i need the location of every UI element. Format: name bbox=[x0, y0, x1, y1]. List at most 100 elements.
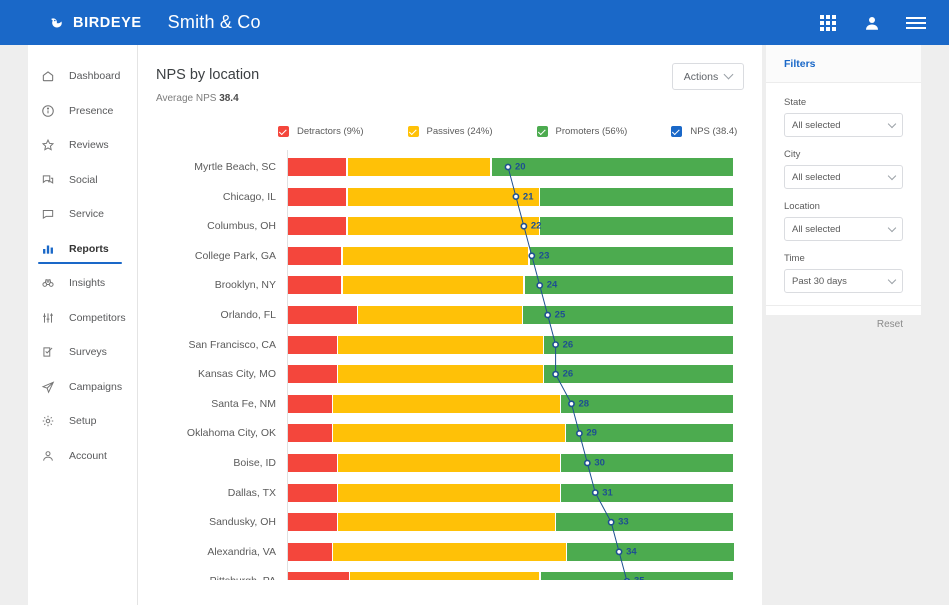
filter-label-time: Time bbox=[784, 253, 805, 264]
legend-item-detractors[interactable]: Detractors (9%) bbox=[278, 126, 364, 137]
sidebar-item-label: Setup bbox=[69, 415, 97, 428]
legend-item-passives[interactable]: Passives (24%) bbox=[407, 126, 493, 137]
average-nps-label: Average NPS bbox=[156, 93, 220, 104]
hamburger-menu-icon[interactable] bbox=[905, 12, 927, 34]
nps-data-point[interactable] bbox=[607, 518, 615, 526]
message-icon bbox=[40, 206, 56, 222]
chevron-down-icon bbox=[887, 275, 897, 284]
legend-item-label: Passives (24%) bbox=[426, 126, 493, 137]
sidebar-item-account[interactable]: Account bbox=[28, 439, 137, 474]
sidebar-item-label: Account bbox=[69, 449, 107, 462]
checklist-icon bbox=[40, 344, 56, 360]
sidebar-item-setup[interactable]: Setup bbox=[28, 404, 137, 439]
actions-button[interactable]: Actions bbox=[672, 63, 744, 90]
paper-plane-icon bbox=[40, 379, 56, 395]
sidebar-item-label: Reviews bbox=[69, 139, 109, 152]
nps-data-point[interactable] bbox=[552, 370, 559, 378]
nps-data-label: 25 bbox=[554, 309, 566, 321]
sidebar-item-label: Reports bbox=[69, 242, 109, 255]
nps-data-label: 22 bbox=[530, 220, 542, 232]
binoculars-icon bbox=[40, 275, 56, 291]
sidebar-item-surveys[interactable]: Surveys bbox=[28, 335, 137, 370]
nps-data-point[interactable] bbox=[544, 311, 552, 319]
page-title: NPS by location bbox=[156, 67, 260, 83]
app-root: BIRDEYE Smith & Co Dashboard Presence Re… bbox=[0, 0, 949, 605]
nps-data-label: 28 bbox=[578, 398, 590, 410]
chevron-down-icon bbox=[723, 69, 734, 80]
sidebar-item-label: Surveys bbox=[69, 346, 107, 359]
person-icon bbox=[40, 448, 56, 464]
user-account-icon[interactable] bbox=[861, 12, 883, 34]
filters-title: Filters bbox=[784, 57, 816, 70]
nps-data-point[interactable] bbox=[504, 163, 512, 171]
nps-data-point[interactable] bbox=[536, 281, 544, 289]
sidebar-item-label: Insights bbox=[69, 277, 106, 290]
nps-data-point[interactable] bbox=[528, 252, 536, 260]
top-navigation-bar: BIRDEYE Smith & Co bbox=[0, 0, 949, 45]
average-nps-summary: Average NPS 38.4 bbox=[156, 93, 742, 104]
sidebar-item-label: Dashboard bbox=[69, 70, 121, 83]
legend-checkbox-icon bbox=[536, 126, 548, 137]
nps-data-label: 24 bbox=[546, 279, 558, 291]
nps-data-point[interactable] bbox=[568, 400, 575, 408]
sidebar-item-competitors[interactable]: Competitors bbox=[28, 301, 137, 336]
sidebar-item-campaigns[interactable]: Campaigns bbox=[28, 370, 137, 405]
filter-value-city: All selected bbox=[792, 171, 841, 183]
nps-data-label: 26 bbox=[562, 339, 574, 351]
star-icon bbox=[40, 137, 56, 153]
nps-data-label: 20 bbox=[515, 161, 526, 173]
filter-select-location[interactable]: All selected bbox=[784, 217, 903, 241]
sidebar-item-social[interactable]: Social bbox=[28, 163, 137, 198]
card-header: NPS by location Average NPS 38.4 Actions bbox=[138, 45, 762, 104]
sidebar-item-presence[interactable]: Presence bbox=[28, 94, 137, 129]
sidebar-item-reviews[interactable]: Reviews bbox=[28, 128, 137, 163]
sidebar-item-dashboard[interactable]: Dashboard bbox=[28, 59, 137, 94]
nps-data-point[interactable] bbox=[575, 429, 583, 437]
filter-value-location: All selected bbox=[792, 223, 841, 235]
legend-item-label: NPS (38.4) bbox=[690, 126, 738, 137]
sliders-icon bbox=[40, 310, 56, 326]
nps-data-point[interactable] bbox=[615, 548, 623, 556]
filters-header: Filters bbox=[766, 45, 921, 83]
filter-select-state[interactable]: All selected bbox=[784, 113, 903, 137]
legend-checkbox-icon bbox=[278, 126, 289, 137]
nps-data-point[interactable] bbox=[552, 341, 559, 348]
nps-data-label: 33 bbox=[618, 516, 629, 528]
sidebar-item-reports[interactable]: Reports bbox=[28, 232, 137, 267]
nps-data-point[interactable] bbox=[520, 222, 528, 230]
apps-grid-icon[interactable] bbox=[817, 12, 839, 34]
filter-label-location: Location bbox=[784, 201, 820, 212]
sidebar-item-label: Social bbox=[69, 173, 98, 186]
filter-value-time: Past 30 days bbox=[792, 275, 847, 287]
actions-button-label: Actions bbox=[683, 70, 719, 83]
filter-value-state: All selected bbox=[792, 119, 841, 131]
chevron-down-icon bbox=[887, 223, 897, 232]
legend-item-nps[interactable]: NPS (38.4) bbox=[671, 126, 737, 137]
sidebar-item-service[interactable]: Service bbox=[28, 197, 137, 232]
nps-data-label: 23 bbox=[538, 250, 550, 262]
brand-logo[interactable]: BIRDEYE bbox=[48, 13, 142, 32]
sidebar-navigation: Dashboard Presence Reviews Social Servic… bbox=[28, 45, 138, 605]
nps-data-point[interactable] bbox=[623, 578, 631, 580]
legend-item-label: Detractors (9%) bbox=[297, 126, 364, 137]
sidebar-item-label: Competitors bbox=[69, 311, 126, 324]
filter-select-time[interactable]: Past 30 days bbox=[784, 269, 903, 293]
nps-report-card: NPS by location Average NPS 38.4 Actions… bbox=[138, 45, 762, 605]
nps-data-point[interactable] bbox=[583, 459, 591, 467]
logo-text: BIRDEYE bbox=[73, 14, 142, 31]
legend-checkbox-icon bbox=[407, 126, 419, 137]
nps-data-label: 30 bbox=[594, 457, 605, 469]
legend-item-promoters[interactable]: Promoters (56%) bbox=[536, 126, 627, 137]
filter-select-city[interactable]: All selected bbox=[784, 165, 903, 189]
sidebar-item-insights[interactable]: Insights bbox=[28, 266, 137, 301]
nps-data-label: 31 bbox=[602, 487, 613, 499]
filter-label-state: State bbox=[784, 97, 807, 108]
chat-bubbles-icon bbox=[40, 172, 56, 188]
reset-filters-button[interactable]: Reset bbox=[877, 319, 903, 330]
nps-data-label: 26 bbox=[562, 368, 574, 380]
gear-icon bbox=[40, 413, 56, 429]
nps-data-point[interactable] bbox=[512, 193, 520, 200]
nps-data-point[interactable] bbox=[591, 489, 599, 496]
info-icon bbox=[40, 103, 56, 119]
chevron-down-icon bbox=[887, 119, 897, 128]
